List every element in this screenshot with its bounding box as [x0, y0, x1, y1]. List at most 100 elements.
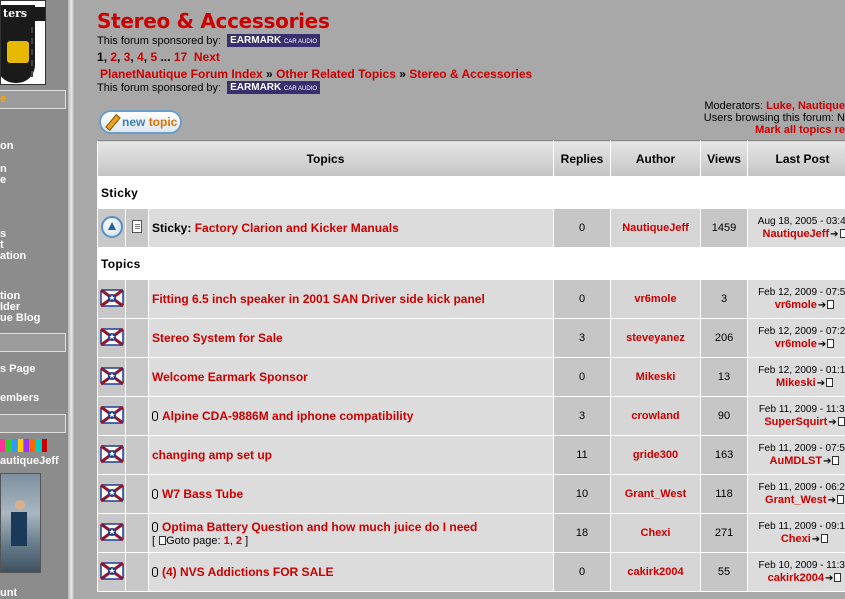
header-last-post[interactable]: Last Post [747, 140, 845, 177]
arrow-doc-icon[interactable]: ➔ [818, 338, 835, 351]
sponsor-logo[interactable]: EARMARK CAR AUDIO [227, 81, 321, 94]
topic-status-cell [97, 318, 126, 358]
arrow-doc-icon[interactable]: ➔ [828, 494, 844, 507]
last-post-cell: Feb 12, 2009 - 07:20 vr6mole➔ [747, 318, 845, 358]
topic-title-link[interactable]: Stereo System for Sale [152, 331, 283, 345]
sponsor-text: This forum sponsored by: [97, 34, 222, 47]
badge-icon [24, 439, 29, 452]
breadcrumb-category[interactable]: Other Related Topics [276, 67, 396, 81]
author-link[interactable]: gride300 [633, 449, 678, 461]
table-row[interactable]: W7 Bass Tube 10 Grant_West 118 Feb 11, 2009 … [97, 474, 845, 514]
goto-page-link[interactable]: 2 [236, 535, 242, 547]
arrow-doc-icon[interactable]: ➔ [828, 416, 845, 429]
sidebar-link[interactable]: on [0, 140, 13, 152]
author-link[interactable]: vr6mole [634, 293, 676, 305]
author-link[interactable]: Grant_West [625, 488, 687, 500]
page-link[interactable]: 4 [137, 50, 144, 64]
arrow-doc-icon[interactable]: ➔ [830, 228, 845, 241]
mark-read-link[interactable]: Mark all topics re [755, 124, 845, 136]
sidebar-link[interactable]: s Page [0, 363, 35, 375]
author-link[interactable]: crowland [631, 410, 679, 422]
last-post-user-link[interactable]: Grant_West [765, 494, 827, 506]
topic-title-link[interactable]: Welcome Earmark Sponsor [152, 370, 308, 384]
author-link[interactable]: NautiqueJeff [622, 222, 689, 234]
last-post-cell: Feb 11, 2009 - 06:25 Grant_West➔ [747, 474, 845, 514]
last-post-user-link[interactable]: NautiqueJeff [763, 228, 830, 240]
sidebar-link-orange[interactable]: e [0, 93, 6, 105]
last-post-user-link[interactable]: vr6mole [775, 299, 817, 311]
replies-count: 0 [553, 279, 612, 319]
header-views[interactable]: Views [700, 140, 749, 177]
topic-title-link[interactable]: changing amp set up [152, 448, 272, 462]
flag-folder-icon [99, 365, 125, 387]
topic-status-cell [97, 474, 126, 514]
table-row[interactable]: Sticky: Factory Clarion and Kicker Manua… [97, 208, 845, 248]
page-link[interactable]: 2 [110, 50, 117, 64]
header-topics[interactable]: Topics [96, 140, 555, 177]
topic-title-link[interactable]: Optima Battery Question and how much jui… [162, 520, 477, 534]
arrow-doc-icon[interactable]: ➔ [823, 455, 840, 468]
flag-folder-icon [99, 560, 125, 582]
author-link[interactable]: Chexi [641, 527, 671, 539]
table-row[interactable]: Alpine CDA-9886M and iphone compatibilit… [97, 396, 845, 436]
header-replies[interactable]: Replies [553, 140, 612, 177]
arrow-doc-icon[interactable]: ➔ [812, 533, 829, 546]
views-count: 90 [700, 396, 749, 436]
page-link[interactable]: 5 [150, 50, 157, 64]
sidebar-link[interactable]: unt [0, 587, 17, 599]
last-post-user-link[interactable]: AuMDLST [770, 455, 823, 467]
section-row: Topics [96, 247, 845, 280]
sponsor-logo-small: CAR AUDIO [284, 86, 318, 92]
table-row[interactable]: Optima Battery Question and how much jui… [97, 513, 845, 553]
new-topic-button[interactable]: new topic [99, 110, 182, 134]
topic-title-link[interactable]: (4) NVS Addictions FOR SALE [162, 565, 334, 579]
forum-title[interactable]: Stereo & Accessories [97, 9, 330, 33]
sidebar-link[interactable]: ue Blog [0, 312, 40, 324]
table-row[interactable]: Welcome Earmark Sponsor 0 Mikeski 13 Feb 12,… [97, 357, 845, 397]
goto-page-link[interactable]: 1 [224, 535, 230, 547]
replies-count: 0 [553, 552, 612, 592]
breadcrumb-index[interactable]: PlanetNautique Forum Index [100, 67, 263, 81]
sidebar-link[interactable]: e [0, 174, 6, 186]
sidebar-link[interactable]: autiqueJeff [0, 455, 59, 467]
sidebar-link[interactable]: ation [0, 250, 26, 262]
table-row[interactable]: Stereo System for Sale 3 steveyanez 206 Feb … [97, 318, 845, 358]
site-logo[interactable]: ters [0, 0, 46, 85]
topic-title-link[interactable]: W7 Bass Tube [162, 487, 243, 501]
sidebar-box [0, 333, 66, 352]
page-link-last[interactable]: 17 [174, 50, 187, 64]
replies-count: 3 [553, 318, 612, 358]
last-post-date: Aug 18, 2005 - 03:48 [757, 215, 845, 227]
topic-type-cell [125, 208, 149, 248]
topic-title-link[interactable]: Factory Clarion and Kicker Manuals [195, 221, 399, 235]
last-post-date: Feb 11, 2009 - 09:10 [758, 520, 845, 532]
topic-title-link[interactable]: Alpine CDA-9886M and iphone compatibilit… [162, 409, 413, 423]
author-link[interactable]: cakirk2004 [627, 566, 683, 578]
last-post-user-link[interactable]: Mikeski [776, 377, 816, 389]
sidebar-link[interactable]: embers [0, 392, 39, 404]
arrow-doc-icon[interactable]: ➔ [825, 572, 842, 585]
last-post-cell: Feb 10, 2009 - 11:32 cakirk2004➔ [747, 552, 845, 592]
page-link[interactable]: 3 [124, 50, 131, 64]
header-author[interactable]: Author [610, 140, 702, 177]
user-avatar[interactable] [0, 473, 41, 573]
topic-title-link[interactable]: Fitting 6.5 inch speaker in 2001 SAN Dri… [152, 292, 485, 306]
last-post-user-link[interactable]: SuperSquirt [764, 416, 827, 428]
last-post-user-link[interactable]: Chexi [781, 533, 811, 545]
author-link[interactable]: Mikeski [636, 371, 676, 383]
views-count: 13 [700, 357, 749, 397]
page: ters e on n e s t ation tion lder ue Blog s Page e… [0, 0, 845, 599]
moderators-links[interactable]: Luke, Nautique [766, 100, 845, 112]
table-row[interactable]: (4) NVS Addictions FOR SALE 0 cakirk2004 55… [97, 552, 845, 592]
sponsor-logo[interactable]: EARMARK CAR AUDIO [227, 34, 321, 47]
page-next-link[interactable]: Next [194, 50, 220, 64]
table-row[interactable]: changing amp set up 11 gride300 163 Feb 11, … [97, 435, 845, 475]
last-post-user-link[interactable]: cakirk2004 [768, 572, 824, 584]
last-post-user-link[interactable]: vr6mole [775, 338, 817, 350]
last-post-date: Feb 12, 2009 - 07:20 [758, 325, 845, 337]
arrow-doc-icon[interactable]: ➔ [818, 299, 835, 312]
breadcrumb-forum[interactable]: Stereo & Accessories [409, 67, 532, 81]
author-link[interactable]: steveyanez [626, 332, 685, 344]
table-row[interactable]: Fitting 6.5 inch speaker in 2001 SAN Dri… [97, 279, 845, 319]
arrow-doc-icon[interactable]: ➔ [817, 377, 834, 390]
